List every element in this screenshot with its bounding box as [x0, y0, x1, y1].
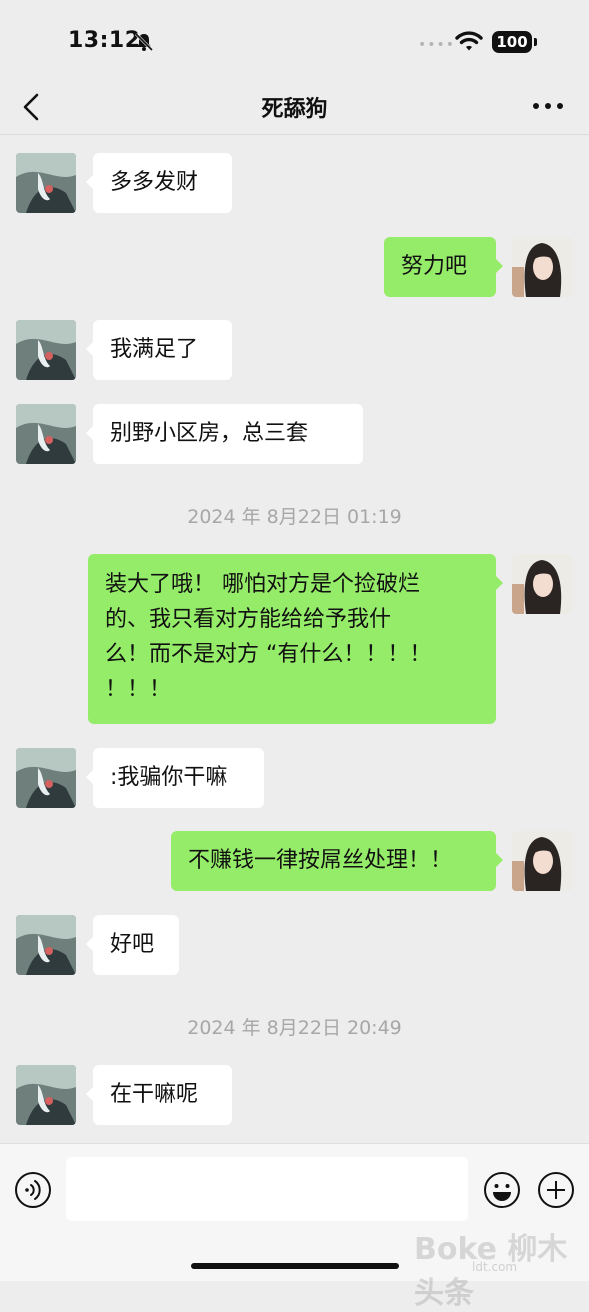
contact-avatar[interactable] — [16, 320, 76, 380]
message-text: 在干嘛呢 — [110, 1082, 199, 1107]
message-text-line: 的、我只看对方能给给予我什 — [105, 607, 392, 632]
message-text-line: ！！！ — [105, 677, 172, 702]
contact-avatar[interactable] — [16, 915, 76, 975]
message-text: 别野小区房，总三套 — [110, 421, 309, 446]
message-text: 多多发财 — [110, 170, 199, 195]
bell-muted-icon — [134, 32, 154, 52]
status-bar: 13:12 •••• 100 — [0, 0, 589, 80]
home-indicator[interactable] — [191, 1263, 399, 1269]
message-text-line: 装大了哦！ 哪怕对方是个捡破烂 — [105, 572, 420, 597]
contact-avatar[interactable] — [16, 1065, 76, 1125]
message-text: 努力吧 — [401, 254, 468, 279]
plus-icon[interactable] — [537, 1171, 575, 1209]
more-options-icon[interactable] — [530, 96, 566, 116]
battery-indicator: 100 — [492, 31, 537, 53]
message-bubble-outgoing[interactable]: 装大了哦！ 哪怕对方是个捡破烂 的、我只看对方能给给予我什 么！而不是对方 “有… — [88, 554, 503, 724]
status-time: 13:12 — [68, 28, 141, 53]
contact-avatar[interactable] — [16, 404, 76, 464]
message-text-field[interactable] — [66, 1157, 468, 1221]
message-text: 好吧 — [110, 932, 155, 957]
user-avatar[interactable] — [512, 237, 572, 297]
message-bubble-outgoing[interactable]: 不赚钱一律按屌丝处理！！ — [171, 831, 503, 891]
watermark-subtext: ldt.com — [472, 1260, 518, 1274]
message-bubble-incoming[interactable]: 在干嘛呢 — [86, 1065, 232, 1125]
user-avatar[interactable] — [512, 554, 572, 614]
message-text: 不赚钱一律按屌丝处理！！ — [188, 848, 453, 873]
signal-dots-icon: •••• — [418, 37, 456, 53]
message-text-line: 么！而不是对方 “有什么！！！！ — [105, 642, 432, 667]
timestamp: 2024 年 8月22日 01:19 — [187, 506, 402, 528]
timestamp: 2024 年 8月22日 20:49 — [187, 1017, 402, 1039]
contact-avatar[interactable] — [16, 748, 76, 808]
wifi-icon — [455, 31, 483, 51]
emoji-icon[interactable] — [483, 1171, 521, 1209]
message-bubble-incoming[interactable]: 多多发财 — [86, 153, 232, 213]
user-avatar[interactable] — [512, 831, 572, 891]
contact-avatar[interactable] — [16, 153, 76, 213]
voice-input-icon[interactable] — [14, 1171, 52, 1209]
message-bubble-outgoing[interactable]: 努力吧 — [384, 237, 503, 297]
message-bubble-incoming[interactable]: 好吧 — [86, 915, 179, 975]
chat-header: 死舔狗 — [0, 80, 589, 135]
message-bubble-incoming[interactable]: 我满足了 — [86, 320, 232, 380]
message-input-bar: Boke 柳木头条 ldt.com — [0, 1143, 589, 1311]
message-bubble-incoming[interactable]: :我骗你干嘛 — [86, 748, 264, 808]
message-text: 我满足了 — [110, 337, 199, 362]
message-bubble-incoming[interactable]: 别野小区房，总三套 — [86, 404, 363, 464]
chat-title: 死舔狗 — [261, 97, 328, 122]
message-text: :我骗你干嘛 — [110, 765, 228, 790]
